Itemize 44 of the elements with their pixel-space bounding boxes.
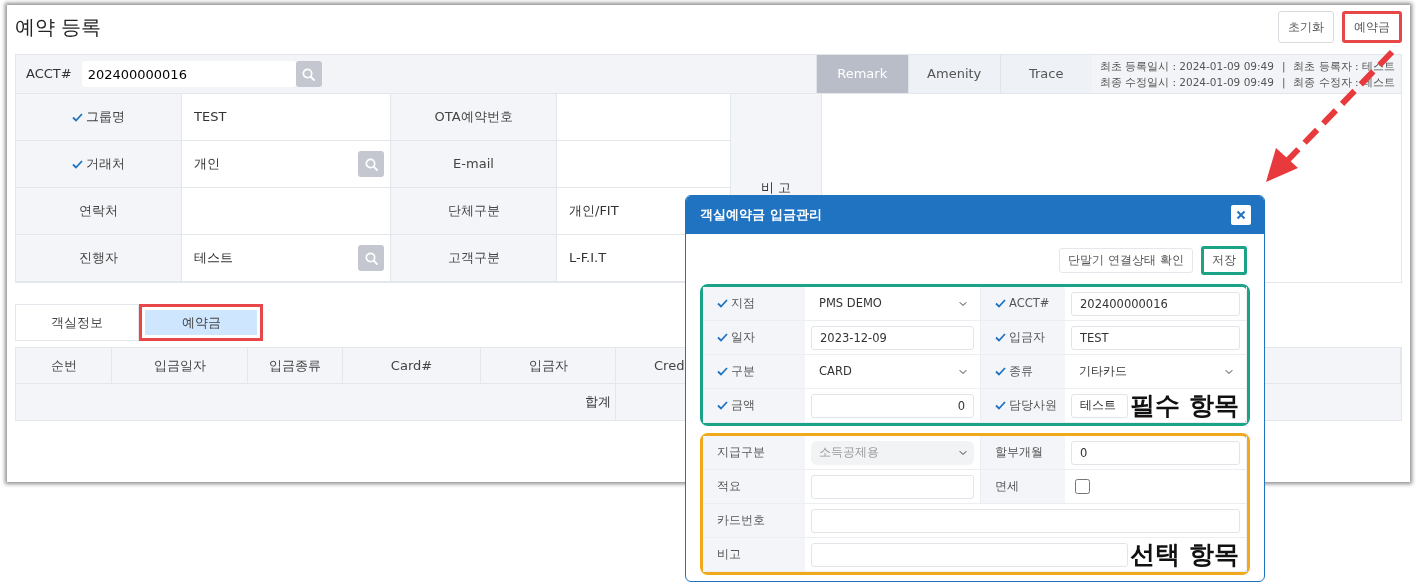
separator-text: | bbox=[1281, 75, 1286, 90]
field-label: 담당사원 bbox=[1009, 396, 1057, 414]
field-label: OTA예약번호 bbox=[434, 108, 513, 127]
field-label: E-mail bbox=[453, 155, 494, 174]
annotation-label: 선택 항목 bbox=[1130, 540, 1239, 570]
field-label: 구분 bbox=[731, 362, 755, 380]
field-label: 입금자 bbox=[1009, 328, 1045, 346]
audit-text: 최초 등록자 : 테스트 bbox=[1293, 59, 1395, 74]
field-label: 지급구분 bbox=[717, 443, 765, 461]
field-label: 종류 bbox=[1009, 362, 1033, 380]
field-value: 개인/FIT bbox=[569, 202, 619, 221]
total-label: 합계 bbox=[16, 384, 616, 420]
field-label: 단체구분 bbox=[447, 202, 500, 221]
field-value: TEST bbox=[194, 108, 227, 127]
field-value: 개인 bbox=[194, 155, 220, 174]
annotation-label: 필수 항목 bbox=[1130, 391, 1239, 421]
column-header: 입금종류 bbox=[248, 348, 343, 384]
field-label: 일자 bbox=[731, 328, 755, 346]
field-label: 면세 bbox=[995, 477, 1019, 495]
field-value: L-F.I.T bbox=[569, 249, 607, 268]
field-label: 적요 bbox=[717, 477, 741, 495]
column-header: 입금일자 bbox=[112, 348, 248, 384]
page-title: 예약 등록 bbox=[15, 14, 102, 41]
field-label: 연락처 bbox=[79, 202, 118, 221]
dialog-title: 객실예약금 입금관리 bbox=[700, 206, 822, 225]
column-header: Card# bbox=[343, 348, 481, 384]
separator-text: | bbox=[1281, 59, 1286, 74]
field-label: 그룹명 bbox=[86, 108, 125, 127]
field-label: 비 고 bbox=[760, 179, 792, 198]
field-label: 고객구분 bbox=[447, 249, 500, 268]
audit-text: 최초 등록일시 : 2024-01-09 09:49 bbox=[1099, 59, 1274, 74]
column-header: 입금자 bbox=[481, 348, 616, 384]
field-label: 비고 bbox=[717, 545, 741, 563]
column-header: 순번 bbox=[16, 348, 112, 384]
field-value: 테스트 bbox=[194, 249, 233, 268]
field-label: ACCT# bbox=[1009, 294, 1050, 312]
field-label: 지점 bbox=[731, 294, 755, 312]
field-label: 할부개월 bbox=[995, 443, 1043, 461]
field-label: 금액 bbox=[731, 396, 755, 414]
field-label: ACCT# bbox=[25, 65, 73, 84]
field-label: 거래처 bbox=[86, 155, 125, 174]
field-label: 카드번호 bbox=[717, 511, 765, 529]
audit-text: 최종 수정일시 : 2024-01-09 09:49 bbox=[1099, 75, 1274, 90]
field-label: 진행자 bbox=[79, 249, 118, 268]
